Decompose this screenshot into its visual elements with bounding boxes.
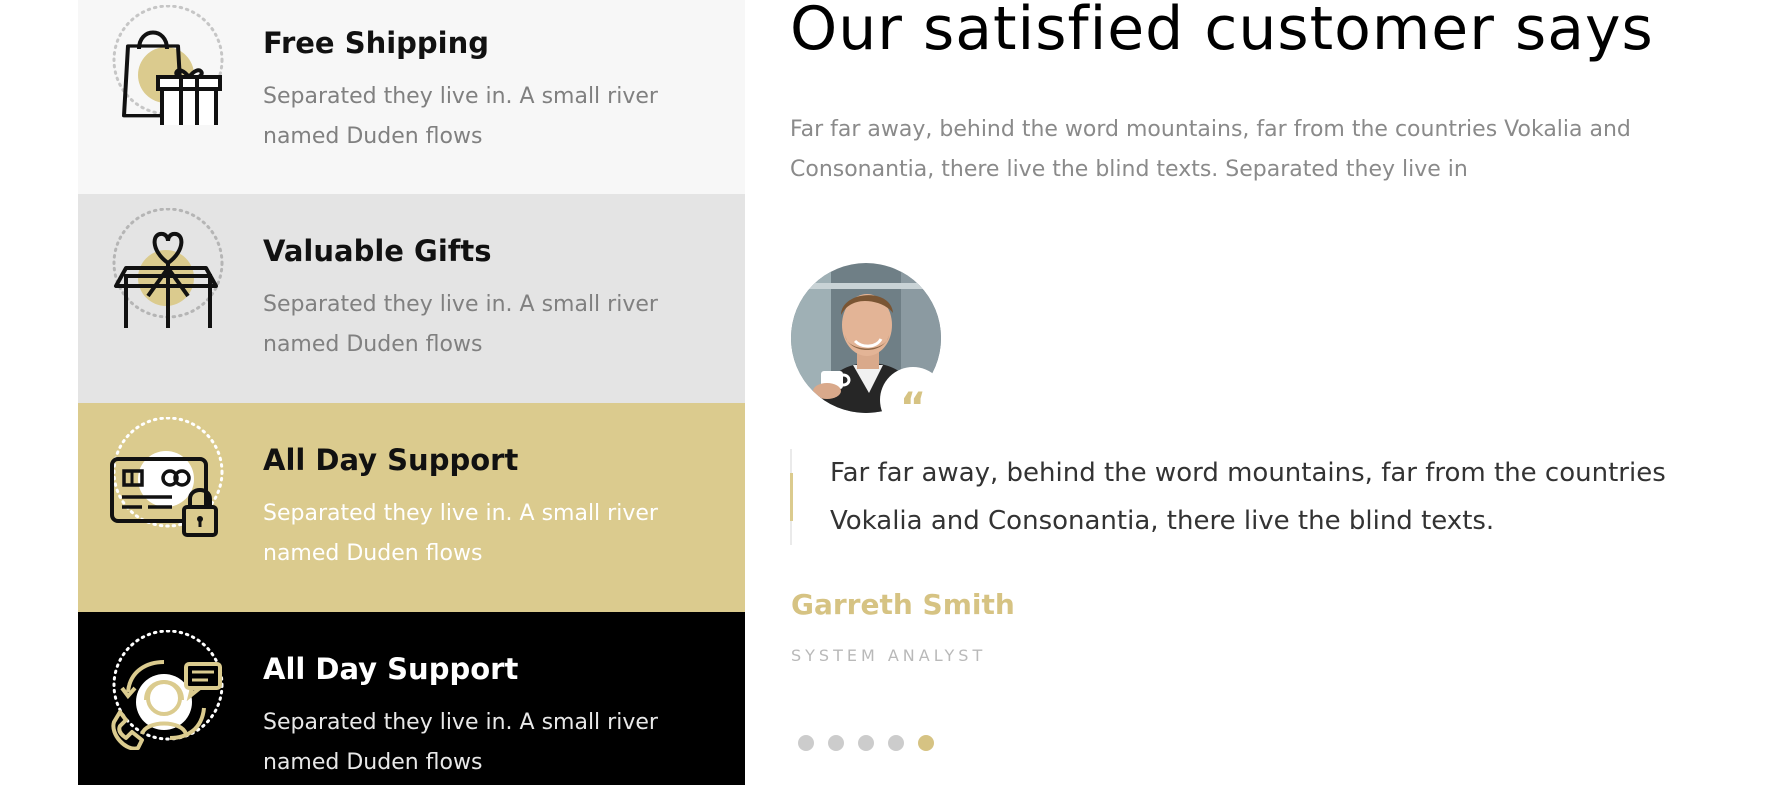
card-lock-icon <box>110 417 224 537</box>
author-role: SYSTEM ANALYST <box>791 646 987 665</box>
quote-icon: “ <box>880 367 946 433</box>
carousel-dot-4[interactable] <box>888 735 904 751</box>
carousel-dot-1[interactable] <box>798 735 814 751</box>
section-heading: Our satisfied customer says <box>790 0 1654 64</box>
headset-support-icon <box>111 630 224 750</box>
carousel-dot-5[interactable] <box>918 735 934 751</box>
feature-all-day-support-2: All Day Support Separated they live in. … <box>78 612 745 785</box>
feature-title: Valuable Gifts <box>263 234 492 268</box>
testimonial-section: Our satisfied customer says Far far away… <box>790 0 1750 785</box>
feature-title: All Day Support <box>263 443 519 477</box>
feature-description: Separated they live in. A small river na… <box>263 710 658 775</box>
section-intro: Far far away, behind the word mountains,… <box>790 117 1631 182</box>
feature-title: Free Shipping <box>263 26 490 60</box>
features-panel: Free Shipping Separated they live in. A … <box>78 0 745 785</box>
shopping-bag-gift-icon <box>112 5 224 125</box>
feature-free-shipping: Free Shipping Separated they live in. A … <box>78 0 745 194</box>
feature-description: Separated they live in. A small river na… <box>263 501 658 566</box>
carousel-dots <box>798 735 948 751</box>
quote-text: Far far away, behind the word mountains,… <box>830 458 1666 536</box>
gift-box-heart-icon <box>112 208 224 328</box>
testimonial-quote: Far far away, behind the word mountains,… <box>790 449 1752 545</box>
feature-valuable-gifts: Valuable Gifts Separated they live in. A… <box>78 194 745 403</box>
quote-accent-bar <box>790 473 793 521</box>
feature-all-day-support: All Day Support Separated they live in. … <box>78 403 745 612</box>
feature-description: Separated they live in. A small river na… <box>263 84 658 149</box>
carousel-dot-3[interactable] <box>858 735 874 751</box>
carousel-dot-2[interactable] <box>828 735 844 751</box>
feature-description: Separated they live in. A small river na… <box>263 292 658 357</box>
feature-title: All Day Support <box>263 652 519 686</box>
author-name: Garreth Smith <box>791 588 1015 621</box>
